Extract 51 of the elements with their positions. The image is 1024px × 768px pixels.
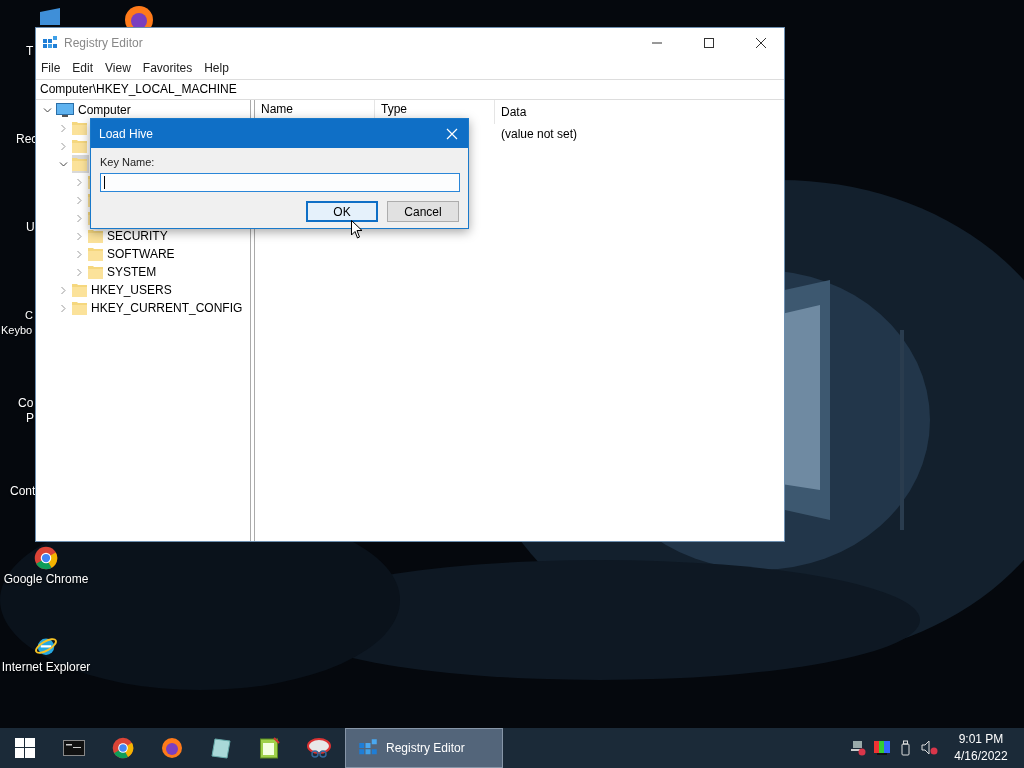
color-display-icon[interactable] <box>874 740 890 756</box>
muted-speaker-icon[interactable] <box>921 740 939 756</box>
desktop-icon-label[interactable]: U <box>26 220 35 235</box>
desktop-icon-label[interactable]: Keybo <box>1 323 33 338</box>
network-error-icon[interactable] <box>850 740 866 756</box>
chrome-icon[interactable] <box>34 546 58 570</box>
terminal-icon[interactable] <box>62 740 85 756</box>
menu-item[interactable]: Favorites <box>142 61 193 75</box>
dialog-title: Load Hive <box>99 126 154 141</box>
desktop-icon-label[interactable]: C <box>25 308 33 323</box>
desktop-icon-label[interactable]: P <box>26 411 34 426</box>
clock-time[interactable]: 9:01 PM <box>958 731 1004 748</box>
maximize-icon[interactable] <box>703 36 715 49</box>
tree-item[interactable]: SYSTEM <box>88 263 159 281</box>
taskbar-button[interactable]: Registry Editor <box>345 728 503 768</box>
address-field[interactable]: Computer\HKEY_LOCAL_MACHINE <box>36 79 784 100</box>
tree-item[interactable]: SECURITY <box>88 227 170 245</box>
cursor-icon <box>351 220 363 239</box>
tree-item[interactable]: Computer <box>56 101 133 119</box>
desktop-icon-label[interactable]: Internet Explorer <box>1 660 91 675</box>
field-label: Key Name: <box>100 156 156 168</box>
menu-item[interactable]: Help <box>204 61 229 75</box>
window-title: Registry Editor <box>64 35 143 50</box>
menu-item[interactable]: File <box>41 61 61 75</box>
input-field[interactable] <box>100 173 460 192</box>
firefox-icon[interactable] <box>160 737 183 759</box>
desktop-icon-label[interactable]: Cont <box>10 484 36 499</box>
notepad-icon[interactable] <box>259 737 280 759</box>
chevron-down-icon[interactable] <box>43 105 52 115</box>
computer-icon <box>56 102 74 118</box>
scissors-icon[interactable] <box>306 737 331 759</box>
chrome-icon[interactable] <box>111 737 134 759</box>
chevron-down-icon[interactable] <box>59 159 68 169</box>
close-icon[interactable] <box>755 36 767 49</box>
tree-item[interactable]: HKEY_CURRENT_CONFIG <box>72 299 245 317</box>
desktop-icon-label[interactable]: Co <box>18 396 34 411</box>
table-cell-text: (value not set) <box>500 127 578 141</box>
cancel-button[interactable]: Cancel <box>387 201 459 222</box>
column-header[interactable]: Data <box>495 105 527 119</box>
ok-button[interactable]: OK <box>306 201 378 222</box>
clock-date[interactable]: 4/16/2022 <box>954 748 1008 765</box>
registry-icon <box>42 34 58 51</box>
menu-item[interactable]: View <box>105 61 131 75</box>
desktop-icon-label[interactable]: Google Chrome <box>3 572 89 587</box>
tree-item[interactable]: HKEY_USERS <box>72 281 174 299</box>
windows-icon[interactable] <box>14 738 35 758</box>
menu-item[interactable]: Edit <box>72 61 94 75</box>
tree-item[interactable]: SOFTWARE <box>88 245 177 263</box>
usb-drive-icon[interactable] <box>900 740 912 756</box>
notepad-icon[interactable] <box>209 737 232 759</box>
desktop-icon-label[interactable]: T <box>26 44 34 59</box>
